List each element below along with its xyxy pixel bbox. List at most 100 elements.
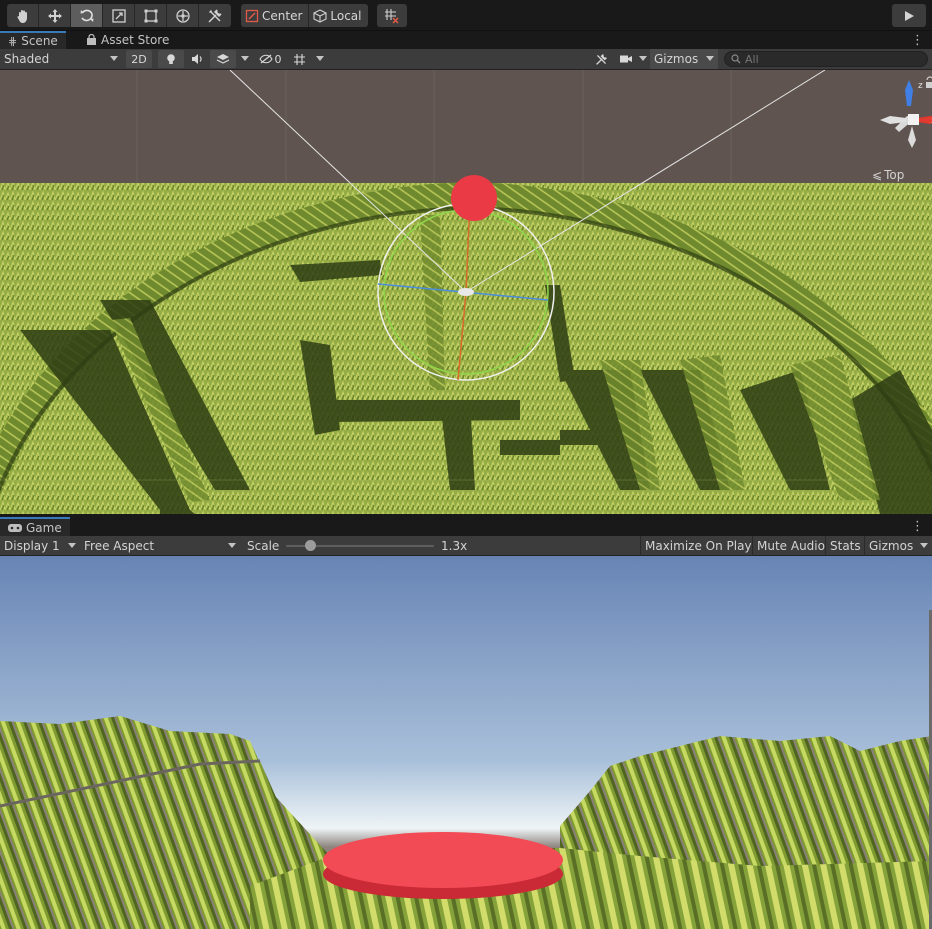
- pivot-controls: Center Local: [241, 4, 368, 27]
- maximize-on-play-toggle[interactable]: Maximize On Play: [640, 536, 756, 556]
- 2d-toggle-button[interactable]: 2D: [126, 50, 152, 68]
- grid-icon: [293, 53, 305, 65]
- game-gizmos-toggle[interactable]: Gizmos: [864, 536, 932, 556]
- tab-asset-store-label: Asset Store: [101, 33, 170, 47]
- game-render: [0, 556, 932, 929]
- stats-label: Stats: [830, 539, 861, 553]
- grid-dropdown[interactable]: [310, 49, 328, 69]
- draw-mode-value: Shaded: [4, 52, 50, 66]
- mute-audio-toggle[interactable]: Mute Audio: [752, 536, 829, 556]
- chevron-down-icon: [639, 56, 647, 61]
- chevron-down-icon: [110, 56, 118, 61]
- maximize-on-play-label: Maximize On Play: [645, 539, 752, 553]
- game-menu-button[interactable]: ⋮: [911, 520, 924, 534]
- hand-tool-button[interactable]: [7, 4, 39, 27]
- game-viewport[interactable]: [0, 556, 932, 929]
- view-orientation-label[interactable]: ⩽ Top: [872, 168, 904, 182]
- scene-search[interactable]: [724, 51, 928, 67]
- axis-z-label: z: [918, 81, 923, 91]
- play-button[interactable]: [892, 4, 926, 27]
- transform-icon: [175, 8, 190, 23]
- chevron-down-icon: [316, 56, 324, 61]
- rotation-label: Local: [330, 8, 362, 23]
- pivot-local-button[interactable]: Local: [309, 4, 368, 27]
- mute-audio-label: Mute Audio: [757, 539, 825, 553]
- camera-icon: [620, 55, 632, 63]
- aspect-dropdown[interactable]: Free Aspect: [80, 536, 240, 556]
- main-toolbar: Center Local: [0, 0, 932, 31]
- search-input[interactable]: [745, 52, 915, 66]
- tab-game[interactable]: Game: [0, 517, 70, 536]
- axis-gizmo-icon: z x: [880, 76, 932, 148]
- pivot-label: Center: [262, 8, 303, 23]
- hand-icon: [16, 9, 27, 23]
- chevron-down-icon: [920, 543, 928, 548]
- scale-icon: [111, 8, 126, 23]
- pivot-icon: [245, 9, 259, 22]
- transform-tool-button[interactable]: [167, 4, 199, 27]
- lightbulb-icon: [167, 54, 175, 64]
- scene-grid-icon: ⋕: [8, 34, 18, 48]
- cube-icon: [313, 8, 327, 23]
- tools-icon: [208, 8, 222, 23]
- stats-toggle[interactable]: Stats: [825, 536, 865, 556]
- gizmos-label: Gizmos: [654, 52, 699, 66]
- scale-label: Scale: [247, 539, 280, 553]
- chevron-down-icon: [228, 543, 236, 548]
- lock-icon: [926, 76, 932, 81]
- rotate-icon: [80, 9, 93, 22]
- scale-value: 1.3x: [441, 539, 468, 553]
- move-tool-button[interactable]: [39, 4, 71, 27]
- play-icon: [905, 10, 914, 21]
- display-dropdown[interactable]: Display 1: [0, 536, 80, 556]
- scene-viewport[interactable]: z x ⩽ Top: [0, 70, 932, 514]
- scale-slider-thumb[interactable]: [305, 540, 316, 551]
- search-icon: [731, 54, 741, 64]
- move-icon: [47, 8, 62, 23]
- orientation-text: Top: [884, 168, 905, 182]
- lighting-toggle-button[interactable]: [158, 50, 184, 68]
- speaker-icon: [191, 54, 202, 64]
- tab-scene[interactable]: ⋕ Scene: [0, 31, 66, 49]
- grid-snap-button[interactable]: [377, 4, 407, 27]
- grid-toggle-button[interactable]: [288, 50, 310, 68]
- scene-tabbar: ⋕ Scene Asset Store ⋮: [0, 31, 932, 49]
- aspect-value: Free Aspect: [84, 539, 155, 553]
- tab-scene-label: Scene: [21, 34, 58, 48]
- 2d-label: 2D: [131, 52, 147, 66]
- game-tabbar: Game ⋮: [0, 517, 932, 536]
- scene-toolbar: Shaded 2D 0 Gizmos: [0, 49, 932, 70]
- chevron-left-icon: ⩽: [872, 168, 883, 182]
- camera-dropdown[interactable]: [636, 49, 650, 69]
- audio-toggle-button[interactable]: [186, 50, 208, 68]
- hidden-count: 0: [274, 52, 282, 66]
- eye-hidden-icon: [258, 54, 273, 64]
- scene-render: [0, 70, 932, 514]
- effects-toggle-button[interactable]: [210, 50, 236, 68]
- scene-menu-button[interactable]: ⋮: [911, 34, 924, 48]
- transform-tools: [7, 4, 231, 27]
- effects-dropdown[interactable]: [236, 49, 252, 69]
- orientation-gizmo[interactable]: z x ⩽ Top: [832, 76, 932, 186]
- grid-snap-icon: [385, 8, 399, 24]
- rect-icon: [144, 9, 157, 22]
- rotate-tool-button[interactable]: [71, 4, 103, 27]
- hidden-objects-toggle[interactable]: 0: [255, 50, 285, 68]
- camera-button[interactable]: [616, 50, 636, 68]
- tab-game-label: Game: [26, 520, 62, 535]
- chevron-down-icon: [241, 56, 249, 61]
- scale-tool-button[interactable]: [103, 4, 135, 27]
- chevron-down-icon: [68, 543, 76, 548]
- tab-asset-store[interactable]: Asset Store: [78, 31, 177, 49]
- layers-icon: [216, 54, 230, 64]
- gizmos-dropdown[interactable]: Gizmos: [650, 49, 718, 69]
- custom-tool-button[interactable]: [199, 4, 231, 27]
- rect-tool-button[interactable]: [135, 4, 167, 27]
- tools-toggle-button[interactable]: [590, 50, 612, 68]
- pivot-center-button[interactable]: Center: [241, 4, 310, 27]
- tools-icon: [595, 53, 607, 65]
- game-gizmos-label: Gizmos: [869, 539, 914, 553]
- display-value: Display 1: [4, 539, 60, 553]
- draw-mode-dropdown[interactable]: Shaded: [0, 49, 122, 69]
- gamepad-icon: [8, 523, 22, 532]
